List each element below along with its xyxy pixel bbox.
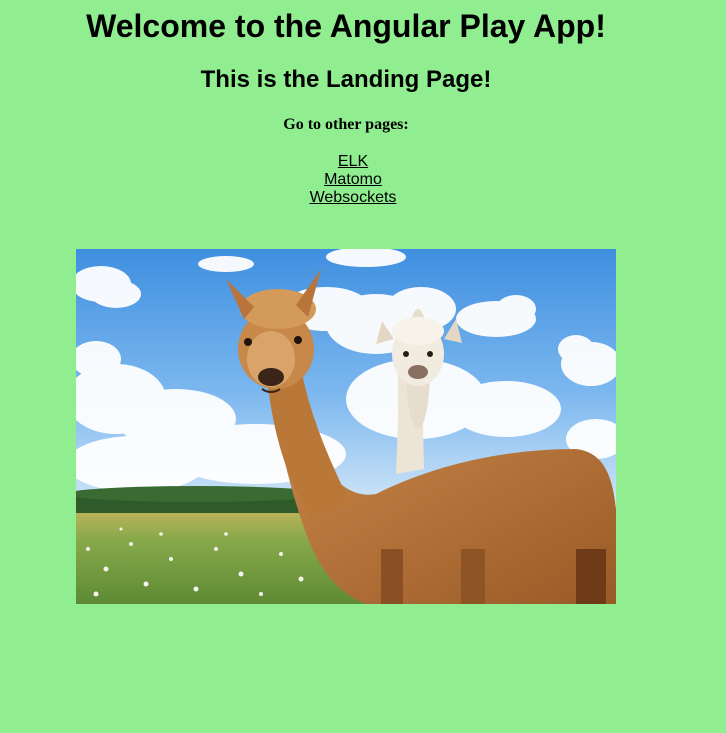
nav-links: ELK Matomo Websockets: [0, 153, 706, 207]
page-subtitle: This is the Landing Page!: [200, 66, 492, 93]
nav-heading: Go to other pages:: [283, 116, 409, 133]
link-matomo[interactable]: Matomo: [0, 171, 706, 189]
alpaca-image: [76, 249, 616, 604]
link-websockets[interactable]: Websockets: [0, 189, 706, 207]
link-elk[interactable]: ELK: [0, 153, 706, 171]
page-title: Welcome to the Angular Play App!: [86, 8, 606, 44]
